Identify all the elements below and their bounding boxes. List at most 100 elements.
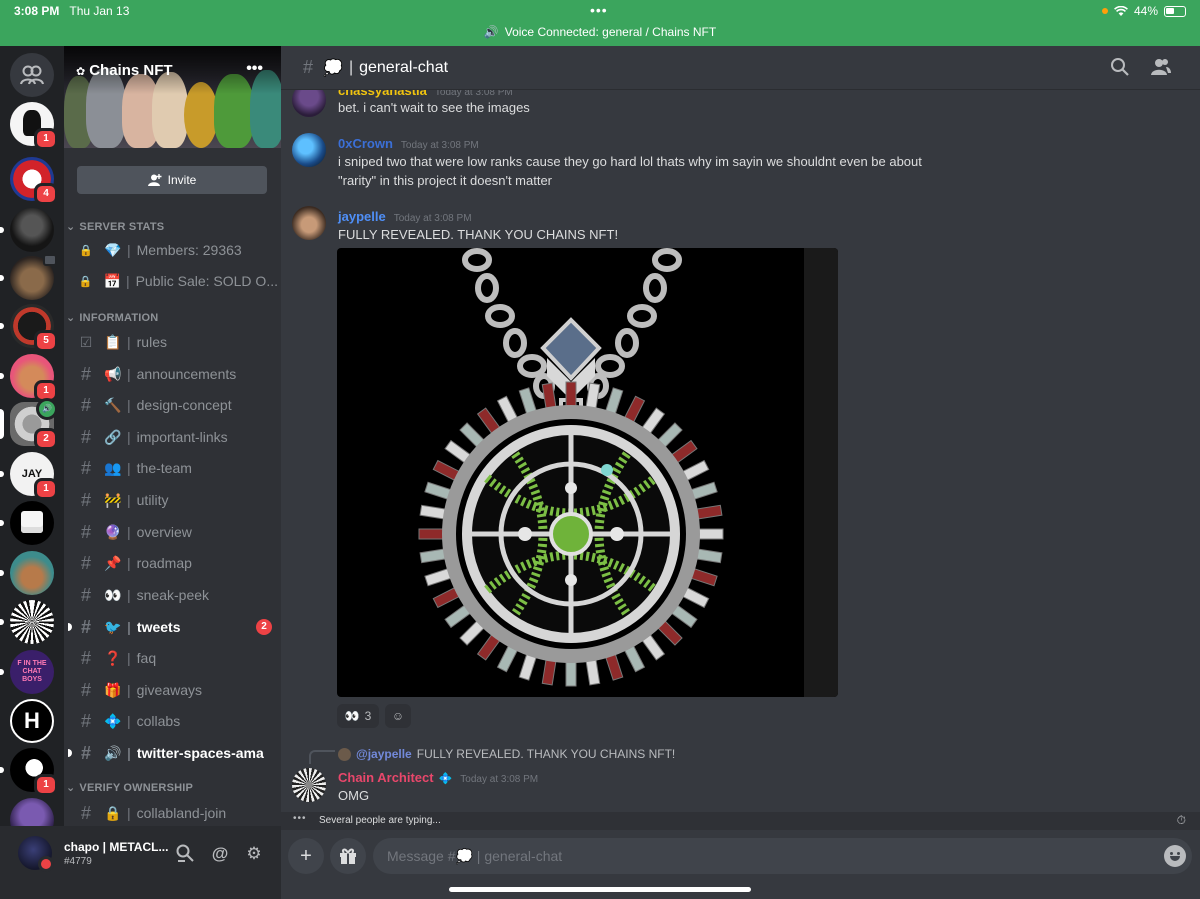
server-boost-icon: ✿ — [76, 66, 86, 78]
unread-pip — [0, 767, 4, 773]
channel-the-team[interactable]: # 👥 | the-team — [78, 453, 278, 483]
channel-rules[interactable]: ☑ 📋 | rules — [78, 327, 278, 357]
hash-icon: # — [80, 457, 91, 478]
speaker-icon: 🔊 — [483, 25, 499, 39]
avatar[interactable] — [292, 90, 326, 117]
avatar[interactable] — [18, 836, 54, 872]
add-user-icon — [147, 174, 162, 186]
member-list-icon[interactable] — [1150, 57, 1172, 79]
channel-twitter-spaces-ama[interactable]: # 🔊 | twitter-spaces-ama — [68, 738, 278, 768]
server-icon-5[interactable]: 5 — [0, 304, 58, 352]
server-name-text: Chains NFT — [89, 62, 173, 79]
message-image-attachment[interactable] — [337, 248, 838, 697]
category-server-stats[interactable]: SERVER STATS — [66, 220, 164, 233]
gear-icon[interactable]: ⚙ — [243, 843, 265, 865]
server-icon-4[interactable] — [0, 254, 57, 300]
channel-name: announcements — [136, 366, 237, 382]
channel-announcements[interactable]: # 📢 | announcements — [78, 359, 278, 389]
channel-collabland-join[interactable]: # 🔒 | collabland-join — [78, 798, 278, 826]
category-verify-ownership[interactable]: VERIFY OWNERSHIP — [66, 781, 193, 794]
emoji-picker-icon[interactable] — [1164, 845, 1186, 867]
server-icon-14[interactable]: 1 — [0, 748, 58, 796]
hammer-icon: 🔨 — [104, 396, 122, 413]
server-icon-9[interactable] — [0, 501, 54, 545]
channel-public-sale[interactable]: 🔒 📅 | Public Sale: SOLD O... — [78, 266, 278, 296]
server-icon-8[interactable]: JAY 1 — [0, 452, 58, 500]
server-icon-active[interactable]: 🔊 2 — [0, 398, 58, 450]
server-banner[interactable]: ✿ Chains NFT ••• — [64, 46, 281, 148]
direct-messages-button[interactable] — [10, 53, 54, 97]
avatar[interactable] — [292, 206, 326, 240]
mentions-icon[interactable]: @ — [209, 843, 231, 865]
server-name[interactable]: ✿ Chains NFT — [76, 62, 173, 79]
server-icon-13[interactable]: H — [10, 699, 54, 743]
server-rail: 1 4 5 1 🔊 2 JAY 1 F IN THE CHAT BOYS H 1 — [0, 46, 64, 899]
server-icon-6[interactable]: 1 — [0, 354, 58, 402]
message-composer[interactable] — [373, 838, 1192, 874]
message-input[interactable] — [373, 838, 1133, 874]
category-information[interactable]: INFORMATION — [66, 311, 158, 324]
channel-giveaways[interactable]: # 🎁 | giveaways — [78, 675, 278, 705]
attach-button[interactable]: + — [288, 838, 324, 874]
search-icon[interactable] — [1109, 57, 1131, 79]
unread-pip — [0, 323, 4, 329]
server-initials: H — [24, 708, 40, 733]
voice-connected-label[interactable]: 🔊 Voice Connected: general / Chains NFT — [0, 25, 1200, 39]
unread-badge: 5 — [34, 330, 58, 352]
unread-pip — [0, 669, 4, 675]
invite-button[interactable]: Invite — [77, 166, 267, 194]
message-list[interactable]: chassyanastia Today at 3:08 PM bet. i can… — [281, 90, 1200, 812]
channel-sneak-peek[interactable]: # 👀 | sneak-peek — [78, 580, 278, 610]
hash-icon: # — [80, 679, 91, 700]
server-icon-1[interactable]: 1 — [10, 102, 58, 150]
channel-utility[interactable]: # 🚧 | utility — [78, 485, 278, 515]
channel-overview[interactable]: # 🔮 | overview — [78, 517, 278, 547]
multitask-dots-icon[interactable]: ••• — [590, 2, 608, 18]
server-icon-10[interactable] — [0, 551, 54, 595]
channel-important-links[interactable]: # 🔗 | important-links — [78, 422, 278, 452]
message-text: OMG — [338, 788, 370, 803]
server-menu-icon[interactable]: ••• — [246, 60, 263, 78]
reply-preview[interactable]: @jaypelle FULLY REVEALED. THANK YOU CHAI… — [338, 747, 675, 761]
server-icon-2[interactable]: 4 — [10, 157, 58, 205]
channel-design-concept[interactable]: # 🔨 | design-concept — [78, 390, 278, 420]
unread-badge: 2 — [34, 428, 58, 450]
message-author[interactable]: Chain Architect 💠 Today at 3:08 PM — [338, 770, 538, 785]
channel-roadmap[interactable]: # 📌 | roadmap — [78, 548, 278, 578]
reply-connector — [309, 750, 335, 764]
unread-pip — [68, 749, 72, 757]
channel-collabs[interactable]: # 💠 | collabs — [78, 706, 278, 736]
reply-mention[interactable]: @jaypelle — [356, 747, 412, 761]
channel-name: collabland-join — [136, 805, 227, 821]
hash-icon: # — [80, 584, 91, 605]
server-icon-11[interactable] — [0, 600, 54, 644]
gift-icon: 🎁 — [104, 681, 122, 698]
voice-banner[interactable]: 3:08 PM Thu Jan 13 ••• 44% 🔊 Voice Connect… — [0, 0, 1200, 46]
avatar[interactable] — [292, 768, 326, 802]
channel-tweets[interactable]: # 🐦 | tweets 2 — [68, 612, 278, 642]
channel-name: rules — [136, 334, 167, 350]
reaction-eyes[interactable]: 👀 3 — [337, 704, 379, 728]
unread-badge: 1 — [34, 774, 58, 796]
typing-dots-icon: ••• — [293, 813, 307, 824]
unread-pip — [0, 520, 4, 526]
add-reaction-button[interactable]: ☺ — [385, 704, 411, 728]
server-icon-3[interactable] — [0, 208, 54, 252]
server-icon-12[interactable]: F IN THE CHAT BOYS — [0, 650, 54, 694]
link-icon: 🔗 — [104, 428, 122, 445]
reaction-count: 3 — [364, 709, 372, 723]
gift-button[interactable] — [330, 838, 366, 874]
message-text: i sniped two that were low ranks cause t… — [338, 154, 922, 188]
message-author[interactable]: chassyanastia Today at 3:08 PM — [338, 90, 513, 98]
avatar[interactable] — [292, 133, 326, 167]
channel-members[interactable]: 🔒 💎 | Members: 29363 — [78, 235, 278, 265]
wifi-icon — [1114, 5, 1128, 16]
channel-faq[interactable]: # ❓ | faq — [78, 643, 278, 673]
lock-icon: 🔒 — [104, 804, 122, 821]
hash-icon: # — [80, 394, 91, 415]
home-indicator[interactable] — [449, 887, 751, 892]
message-author[interactable]: 0xCrown Today at 3:08 PM — [338, 136, 479, 151]
search-members-icon[interactable] — [174, 843, 196, 865]
hash-icon: # — [80, 489, 91, 510]
message-author[interactable]: jaypelle Today at 3:08 PM — [338, 209, 472, 224]
